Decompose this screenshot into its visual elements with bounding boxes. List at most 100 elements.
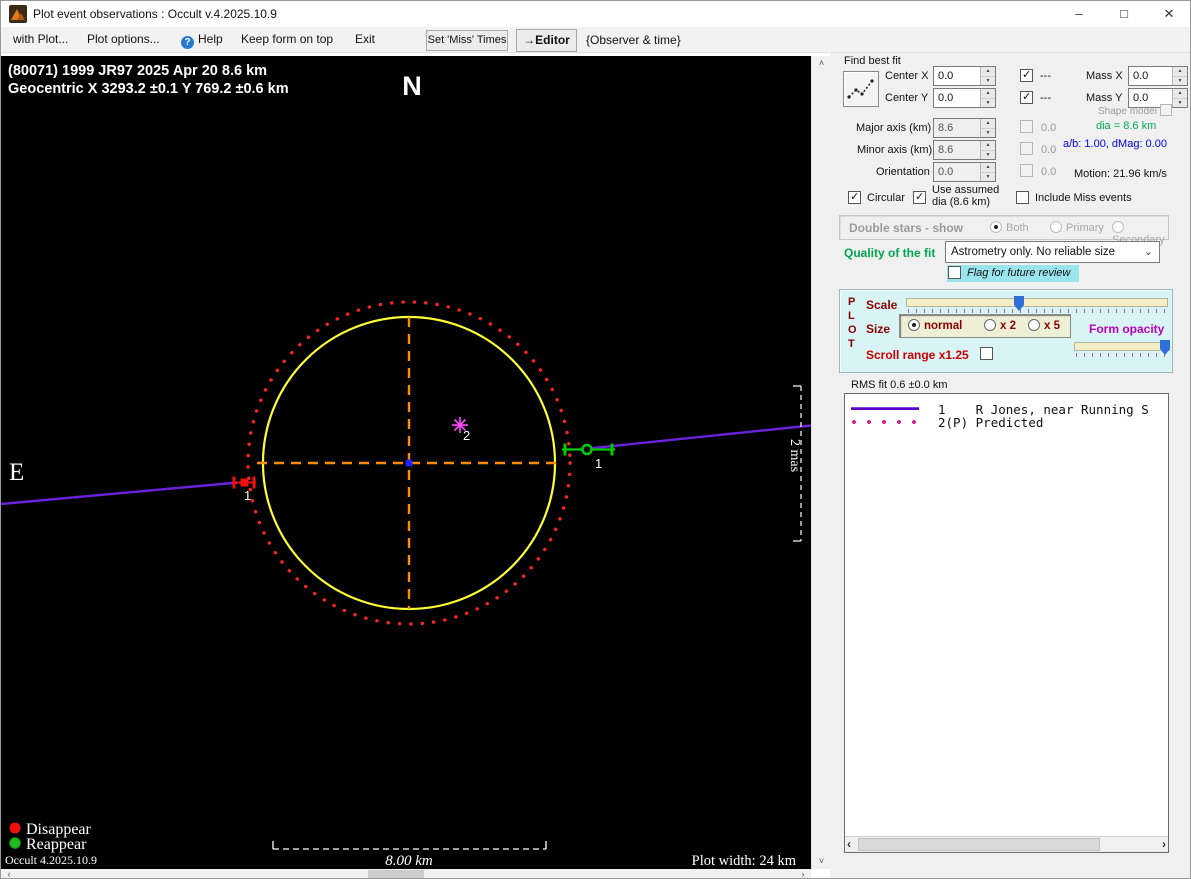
spin-up-icon[interactable]: ▲ xyxy=(1173,67,1187,76)
spin-up-icon[interactable]: ▲ xyxy=(981,67,995,76)
scroll-down-icon[interactable]: ˅ xyxy=(812,856,831,867)
fit-chart-icon xyxy=(847,79,874,99)
mass-x-spinner[interactable]: 0.0 ▲ ▼ xyxy=(1128,66,1188,86)
circular-label: Circular xyxy=(867,192,905,204)
scroll-left-icon[interactable]: ‹ xyxy=(3,869,15,878)
north-label: N xyxy=(402,71,422,101)
minor-axis-label: Minor axis (km) xyxy=(857,144,933,156)
plot-vertical-scrollbar[interactable]: ˄ ˅ xyxy=(811,56,830,869)
menu-with-plot[interactable]: with Plot... xyxy=(13,32,68,46)
plot-width-label: Plot width: 24 km xyxy=(692,853,797,869)
observations-list[interactable]: 1 R Jones, near Running S 2(P) Predicted… xyxy=(844,393,1169,853)
plot-letter-t: T xyxy=(848,338,855,350)
spin-down-icon[interactable]: ▼ xyxy=(981,75,995,85)
radio-icon xyxy=(990,221,1002,233)
size-label: Size xyxy=(866,322,891,336)
form-opacity-label: Form opacity xyxy=(1089,322,1165,336)
set-miss-times-button[interactable]: Set 'Miss' Times xyxy=(426,30,508,51)
center-y-spinner[interactable]: 0.0 ▲ ▼ xyxy=(933,88,996,108)
size-x5[interactable]: x 5 xyxy=(1028,319,1060,332)
menu-exit[interactable]: Exit xyxy=(355,32,375,46)
minor-axis-spinner: 8.6 ▲ ▼ xyxy=(933,140,996,160)
observer-time-label: {Observer & time} xyxy=(586,33,681,47)
plot-letter-p: P xyxy=(848,296,856,308)
spin-up-icon[interactable]: ▲ xyxy=(1173,89,1187,98)
editor-button[interactable]: →Editor xyxy=(516,29,577,52)
app-window: Plot event observations : Occult v.4.202… xyxy=(0,0,1191,879)
size-normal[interactable]: normal xyxy=(908,319,962,332)
center-x-checkbox[interactable] xyxy=(1020,68,1033,82)
mass-y-label: Mass Y xyxy=(1086,92,1123,104)
quality-label: Quality of the fit xyxy=(844,246,936,260)
include-miss-checkbox[interactable] xyxy=(1016,191,1029,204)
chord-line-east[interactable] xyxy=(578,424,811,451)
menu-keep-on-top[interactable]: Keep form on top xyxy=(241,32,333,46)
scroll-left-icon[interactable]: ‹ xyxy=(847,837,851,852)
star-number: 2 xyxy=(463,428,470,443)
minimize-icon[interactable]: – xyxy=(1059,1,1099,27)
plot-controls-panel: P L O T Scale Size normal x 2 x 5 Form o… xyxy=(839,289,1173,373)
flag-review-label: Flag for future review xyxy=(967,267,1071,279)
double-stars-group: Double stars - show Both Primary Seconda… xyxy=(839,215,1169,246)
scrollbar-thumb[interactable] xyxy=(368,870,424,878)
flag-review-checkbox[interactable] xyxy=(948,266,961,279)
size-x2[interactable]: x 2 xyxy=(984,319,1016,332)
circular-checkbox[interactable] xyxy=(848,190,861,204)
plot-header-line1: (80071) 1999 JR97 2025 Apr 20 8.6 km xyxy=(8,63,267,79)
slider-ticks xyxy=(908,309,1166,313)
double-stars-label: Double stars - show xyxy=(849,221,964,235)
plot-horizontal-scrollbar[interactable]: ‹ › xyxy=(1,869,811,878)
close-icon[interactable]: ✕ xyxy=(1149,1,1189,27)
scroll-up-icon[interactable]: ˄ xyxy=(812,58,831,69)
slider-track[interactable] xyxy=(1074,342,1170,351)
disappear-marker[interactable] xyxy=(232,476,256,489)
minor-axis-checkbox xyxy=(1020,142,1033,155)
menu-help[interactable]: ? Help xyxy=(181,32,223,49)
spin-down-icon[interactable]: ▼ xyxy=(981,97,995,107)
reappear-chord-number: 1 xyxy=(595,456,602,471)
center-x-dash: --- xyxy=(1040,70,1051,82)
predicted-dots-swatch xyxy=(851,418,923,426)
plot-header-line2: Geocentric X 3293.2 ±0.1 Y 769.2 ±0.6 km xyxy=(8,81,289,97)
find-best-fit-button[interactable] xyxy=(843,71,879,107)
scroll-range-checkbox[interactable] xyxy=(980,347,993,360)
rms-fit-label: RMS fit 0.6 ±0.0 km xyxy=(851,379,948,391)
use-assumed-dia-checkbox[interactable] xyxy=(913,190,926,204)
observation-row[interactable]: 1 R Jones, near Running S xyxy=(845,402,1168,417)
scrollbar-thumb[interactable] xyxy=(858,838,1100,851)
observation-row[interactable]: 2(P) Predicted xyxy=(845,415,1168,430)
maximize-icon[interactable]: □ xyxy=(1104,1,1144,27)
radio-icon xyxy=(1112,221,1124,233)
orientation-label: Orientation xyxy=(876,166,930,178)
app-icon xyxy=(9,5,27,23)
major-axis-aux: 0.0 xyxy=(1041,122,1057,134)
quality-select[interactable]: Astrometry only. No reliable size ⌄ xyxy=(945,241,1160,263)
center-y-checkbox[interactable] xyxy=(1020,90,1033,104)
use-assumed-line2: dia (8.6 km) xyxy=(932,196,991,208)
scroll-right-icon[interactable]: › xyxy=(797,869,809,878)
mass-y-spinner[interactable]: 0.0 ▲ ▼ xyxy=(1128,88,1188,108)
list-horizontal-scrollbar[interactable]: ‹ › xyxy=(845,836,1168,852)
occultation-plot[interactable]: 1 1 2 (80071) 1999 JR97 2025 Apr 20 8.6 … xyxy=(1,56,811,869)
scale-slider[interactable] xyxy=(906,296,1168,314)
spin-up-icon[interactable]: ▲ xyxy=(981,89,995,98)
ab-dmag-value: a/b: 1.00, dMag: 0.00 xyxy=(1063,138,1167,150)
slider-ticks xyxy=(1076,353,1168,357)
flag-review-row: Flag for future review xyxy=(947,265,1079,282)
spin-down-icon[interactable]: ▼ xyxy=(1173,97,1187,107)
slider-track[interactable] xyxy=(906,298,1168,307)
center-x-spinner[interactable]: 0.0 ▲ ▼ xyxy=(933,66,996,86)
mas-label: 2 mas xyxy=(787,439,802,472)
spin-down-icon[interactable]: ▼ xyxy=(1173,75,1187,85)
menu-plot-options[interactable]: Plot options... xyxy=(87,32,160,46)
plot-letter-o: O xyxy=(848,324,857,336)
chord-line-west[interactable] xyxy=(1,481,239,506)
chevron-down-icon: ⌄ xyxy=(1143,246,1153,258)
scroll-right-icon[interactable]: › xyxy=(1162,837,1166,852)
major-axis-label: Major axis (km) xyxy=(856,122,932,134)
minor-axis-aux: 0.0 xyxy=(1041,144,1057,156)
form-opacity-slider[interactable] xyxy=(1074,340,1170,358)
orientation-aux: 0.0 xyxy=(1041,166,1057,178)
double-stars-primary: Primary xyxy=(1050,221,1104,234)
mass-x-label: Mass X xyxy=(1086,70,1123,82)
